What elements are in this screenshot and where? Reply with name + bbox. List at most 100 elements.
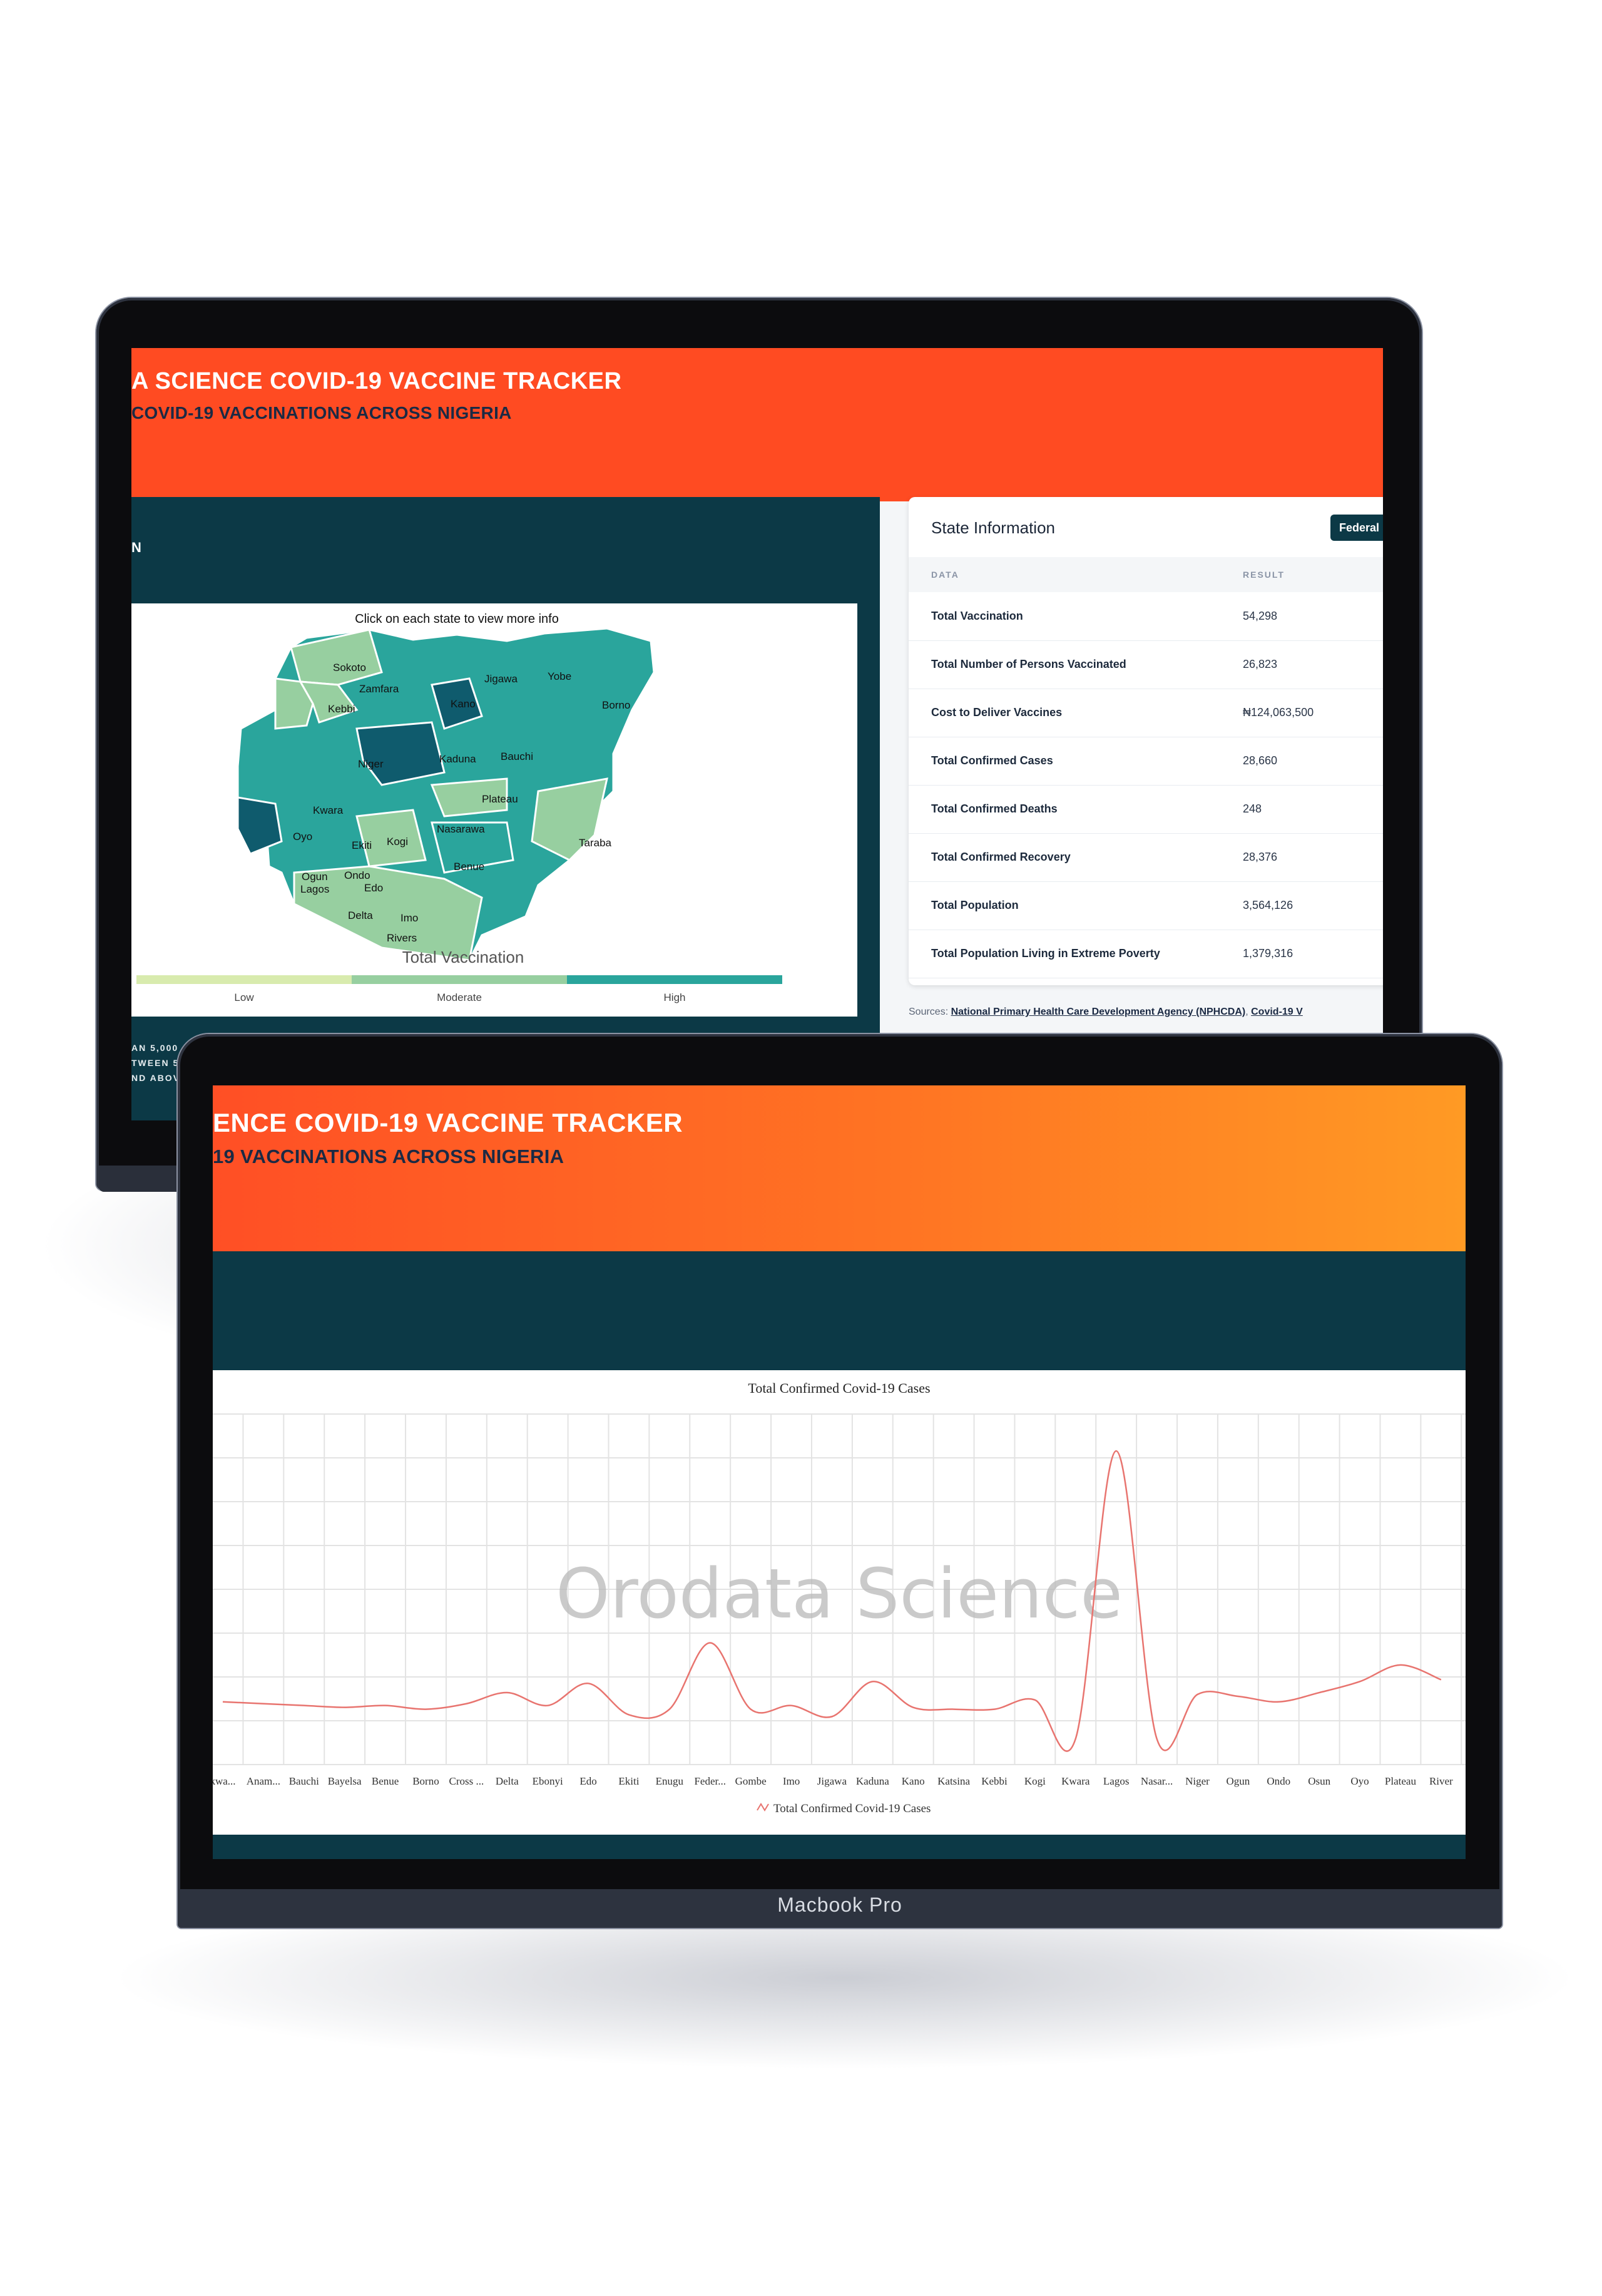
state-info-row-label: Cost to Deliver Vaccines [931, 706, 1063, 719]
chart-x-tick-label: Ondo [1267, 1775, 1290, 1787]
state-info-row: Total Population 3,564,126 [909, 881, 1383, 930]
chart-data-point[interactable] [748, 1707, 753, 1712]
state-info-row-label: Total Confirmed Deaths [931, 802, 1058, 815]
state-info-row-value: 1,379,316 [1243, 947, 1293, 960]
chart-data-point[interactable] [383, 1703, 388, 1708]
tracker-header: A SCIENCE COVID-19 VACCINE TRACKER COVID… [131, 348, 1383, 501]
map-state-label[interactable]: Ondo [344, 869, 370, 881]
map-state-label[interactable]: Yobe [548, 670, 571, 682]
state-info-row-value: 248 [1243, 802, 1262, 815]
map-state-label[interactable]: Nasarawa [437, 823, 485, 835]
chart-x-tick-label: Bauchi [289, 1775, 319, 1787]
chart-data-point[interactable] [1317, 1690, 1322, 1695]
state-info-row-value: 26,823 [1243, 658, 1278, 670]
state-info-row-value: 28,660 [1243, 754, 1278, 767]
chart-data-point[interactable] [1276, 1699, 1281, 1704]
map-card: N Click on each state to view more info … [131, 497, 880, 1120]
map-state-label[interactable]: Kwara [313, 804, 344, 816]
source-link-nphcda[interactable]: National Primary Health Care Development… [951, 1007, 1246, 1017]
state-info-row: Cost to Deliver Vaccines ₦124,063,500 [909, 689, 1383, 737]
chart-x-tick-label: Gombe [735, 1775, 767, 1787]
chart-data-point[interactable] [951, 1707, 956, 1712]
map-state-label[interactable]: Taraba [579, 837, 612, 849]
state-info-table-header: DATA RESULT [909, 557, 1383, 592]
state-info-row-value: ₦124,063,500 [1243, 706, 1314, 719]
page-title-front: ENCE COVID-19 VACCINE TRACKER [213, 1108, 683, 1137]
page-subtitle-front: 19 VACCINATIONS ACROSS NIGERIA [213, 1145, 564, 1167]
chart-data-point[interactable] [1114, 1448, 1119, 1453]
state-info-row-value: 3,564,126 [1243, 899, 1293, 911]
federal-button[interactable]: Federal [1330, 515, 1383, 541]
chart-data-point[interactable] [586, 1681, 591, 1686]
chart-data-point[interactable] [220, 1699, 225, 1704]
chart-data-point[interactable] [1357, 1679, 1362, 1684]
legend-bar-low [136, 975, 352, 984]
map-state-label[interactable]: Zamfara [359, 683, 399, 695]
chart-x-tick-label: Plateau [1385, 1775, 1417, 1787]
chart-x-tick-label: River [1429, 1775, 1453, 1787]
chart-data-point[interactable] [423, 1707, 428, 1712]
map-legend-title: Total Vaccination [402, 948, 524, 966]
chart-data-point[interactable] [504, 1690, 509, 1695]
chart-x-tick-label: Jigawa [817, 1775, 847, 1787]
chart-data-point[interactable] [1235, 1694, 1240, 1699]
map-state-label[interactable]: Kebbi [328, 703, 355, 715]
chart-data-point[interactable] [545, 1703, 550, 1708]
state-info-row-label: Total Population [931, 899, 1019, 911]
map-state-label[interactable]: Rivers [387, 932, 417, 944]
map-state-label[interactable]: Imo [400, 912, 418, 924]
chart-data-point[interactable] [1439, 1677, 1444, 1682]
nigeria-choropleth-map[interactable]: Sokoto Zamfara Kebbi Jigawa Yobe Kano Borno Bau… [131, 622, 857, 960]
chart-data-point[interactable] [708, 1640, 713, 1645]
confirmed-cases-line-chart[interactable]: Total Confirmed Covid-19 Cases Orodata Sc… [213, 1370, 1466, 1835]
nigeria-map-frame[interactable]: Click on each state to view more info So… [131, 603, 857, 1017]
chart-data-point[interactable] [1195, 1692, 1200, 1697]
map-state-label[interactable]: Ekiti [352, 839, 372, 851]
state-info-row-value: 54,298 [1243, 610, 1278, 622]
map-state-label[interactable]: Ogun [302, 871, 328, 883]
chart-data-point[interactable] [667, 1707, 672, 1712]
chart-data-point[interactable] [992, 1707, 997, 1712]
map-footnote-3: ND ABOV [131, 1073, 181, 1083]
map-state-label[interactable]: Jigawa [484, 673, 518, 685]
chart-data-point[interactable] [1073, 1736, 1078, 1741]
map-state-label[interactable]: Lagos [300, 883, 329, 895]
map-state-label[interactable]: Edo [364, 882, 383, 894]
chart-data-point[interactable] [1398, 1663, 1403, 1668]
chart-data-point[interactable] [1155, 1736, 1160, 1741]
chart-data-point[interactable] [829, 1714, 834, 1719]
chart-x-tick-label: Katsina [937, 1775, 970, 1787]
chart-data-point[interactable] [789, 1703, 794, 1708]
state-info-row-label: Total Number of Persons Vaccinated [931, 658, 1126, 670]
map-state-label[interactable]: Kaduna [439, 753, 476, 765]
map-state-label[interactable]: Bauchi [501, 751, 533, 762]
page-title: A SCIENCE COVID-19 VACCINE TRACKER [131, 368, 622, 394]
map-state-label[interactable]: Plateau [482, 793, 518, 805]
map-state-label[interactable]: Borno [602, 699, 630, 711]
state-info-row-label: Total Confirmed Recovery [931, 851, 1071, 863]
chart-x-tick-label: Kaduna [856, 1775, 889, 1787]
map-state-label[interactable]: Delta [348, 910, 373, 921]
state-info-row-value: 28,376 [1243, 851, 1278, 863]
chart-data-point[interactable] [1033, 1698, 1038, 1703]
chart-data-point[interactable] [261, 1701, 266, 1706]
chart-data-point[interactable] [911, 1705, 916, 1710]
legend-bar-moderate [352, 975, 567, 984]
map-state-label[interactable]: Sokoto [333, 662, 366, 674]
chart-x-tick-label: Enugu [656, 1775, 684, 1787]
chart-data-point[interactable] [626, 1712, 631, 1717]
chart-data-point[interactable] [342, 1705, 347, 1710]
chart-legend-label[interactable]: Total Confirmed Covid-19 Cases [773, 1802, 931, 1815]
chart-data-point[interactable] [302, 1703, 307, 1708]
map-state-label[interactable]: Kano [451, 698, 476, 710]
map-state-label[interactable]: Oyo [293, 831, 312, 843]
sources-prefix: Sources: [909, 1007, 949, 1017]
map-state-label[interactable]: Kogi [387, 836, 408, 848]
column-header-result: RESULT [1243, 570, 1285, 580]
state-info-row: Total Number of Persons Vaccinated 26,823 [909, 640, 1383, 689]
chart-data-point[interactable] [870, 1679, 875, 1684]
map-state-label[interactable]: Niger [358, 758, 384, 770]
source-link-covid[interactable]: Covid-19 V [1251, 1007, 1303, 1017]
map-state-label[interactable]: Benue [454, 861, 484, 873]
chart-data-point[interactable] [464, 1701, 469, 1706]
